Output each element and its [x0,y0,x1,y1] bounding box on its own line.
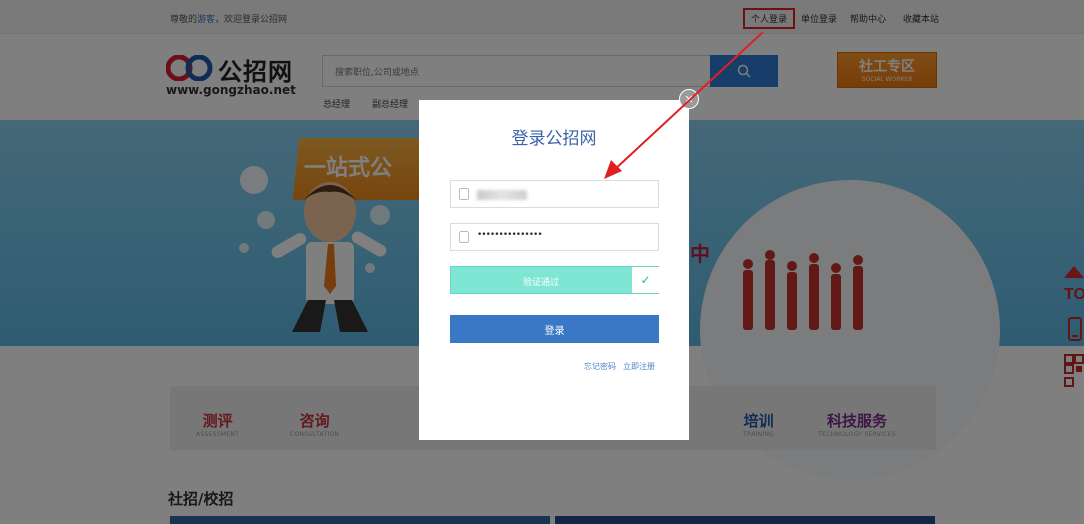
close-icon[interactable]: ✕ [679,89,699,109]
lock-icon [459,231,469,243]
login-button[interactable]: 登录 [450,315,659,343]
slider-verification[interactable]: 验证通过 ✓ [450,266,659,294]
check-icon[interactable]: ✓ [632,267,659,293]
register-link[interactable]: 立即注册 [623,361,655,372]
username-field[interactable] [450,180,659,208]
forgot-password-link[interactable]: 忘记密码 [584,361,616,372]
check-glyph: ✓ [640,273,651,287]
user-icon [459,188,469,200]
close-glyph: ✕ [684,92,694,106]
login-button-label: 登录 [544,325,565,337]
password-field[interactable]: ••••••••••••••• [450,223,659,251]
login-modal-title: 登录公招网 [511,129,597,149]
username-value-blurred [477,190,527,200]
password-value: ••••••••••••••• [477,230,543,240]
verify-status-text: 验证通过 [522,278,559,288]
